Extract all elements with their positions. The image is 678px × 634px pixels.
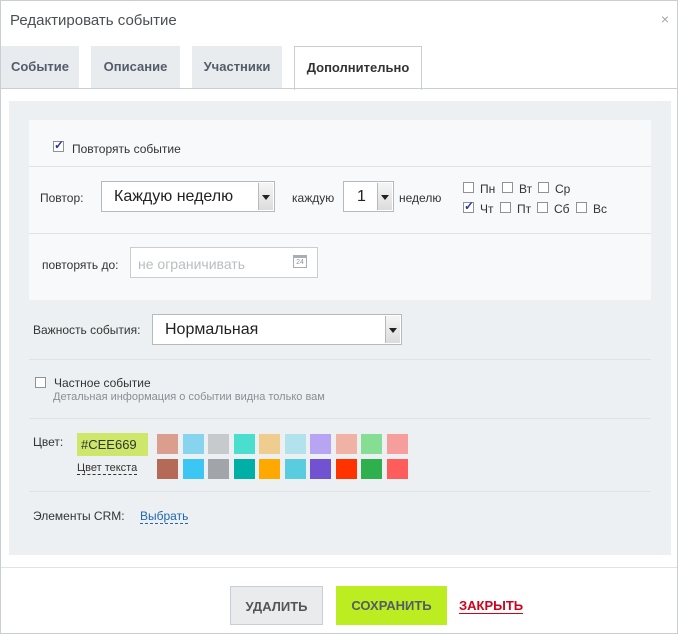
day-label-tue: Вт bbox=[519, 182, 533, 196]
dialog-title: Редактировать событие bbox=[10, 12, 177, 29]
divider bbox=[29, 166, 651, 167]
importance-label: Важность события: bbox=[33, 323, 141, 337]
private-checkbox[interactable] bbox=[35, 377, 46, 388]
day-label-wed: Ср bbox=[555, 182, 571, 196]
repeat-until-label: повторять до: bbox=[42, 258, 119, 272]
color-swatch[interactable] bbox=[157, 434, 178, 454]
crm-select-link[interactable]: Выбрать bbox=[140, 509, 189, 524]
day-checkbox-wed[interactable] bbox=[538, 182, 549, 193]
delete-button[interactable]: УДАЛИТЬ bbox=[230, 586, 323, 625]
day-checkbox-tue[interactable] bbox=[502, 182, 513, 193]
text-color-link[interactable]: Цвет текста bbox=[77, 462, 138, 475]
color-swatch[interactable] bbox=[361, 459, 382, 479]
day-label-mon: Пн bbox=[480, 182, 496, 196]
importance-select[interactable]: Нормальная bbox=[152, 314, 402, 345]
repeat-section: Повторять событие Повтор: Каждую неделю … bbox=[29, 120, 651, 300]
tab-participants[interactable]: Участники bbox=[192, 46, 282, 88]
repeat-frequency-select[interactable]: Каждую неделю bbox=[101, 181, 275, 212]
color-swatch[interactable] bbox=[386, 434, 408, 454]
color-swatch[interactable] bbox=[335, 459, 357, 479]
color-swatch[interactable] bbox=[233, 459, 255, 479]
tab-description[interactable]: Описание bbox=[91, 46, 180, 88]
day-checkbox-sat[interactable] bbox=[537, 202, 548, 213]
color-swatch[interactable] bbox=[284, 434, 306, 454]
repeat-interval-value: 1 bbox=[357, 188, 366, 205]
color-swatch[interactable] bbox=[208, 434, 229, 454]
calendar-icon[interactable]: 24 bbox=[293, 255, 307, 268]
private-hint: Детальная информация о событии видна тол… bbox=[53, 391, 325, 403]
divider bbox=[29, 491, 651, 492]
color-swatch[interactable] bbox=[208, 459, 229, 479]
close-link[interactable]: ЗАКРЫТЬ bbox=[459, 586, 524, 625]
repeat-frequency-value: Каждую неделю bbox=[114, 188, 234, 205]
chevron-down-icon bbox=[258, 183, 273, 210]
day-checkbox-fri[interactable] bbox=[500, 202, 511, 213]
divider bbox=[29, 418, 651, 419]
footer-divider bbox=[1, 567, 677, 568]
chevron-down-icon bbox=[377, 183, 392, 210]
crm-label: Элементы CRM: bbox=[33, 509, 125, 523]
repeat-checkbox[interactable] bbox=[53, 138, 64, 152]
divider bbox=[29, 359, 651, 360]
color-swatch[interactable] bbox=[310, 459, 331, 479]
color-swatch[interactable] bbox=[361, 434, 382, 454]
day-label-sat: Сб bbox=[554, 202, 570, 216]
color-swatch[interactable] bbox=[182, 434, 204, 454]
every-label: каждую bbox=[292, 191, 335, 205]
color-swatch[interactable] bbox=[259, 434, 280, 454]
day-checkbox-mon[interactable] bbox=[463, 182, 474, 193]
day-label-sun: Вс bbox=[593, 202, 608, 216]
tab-additional[interactable]: Дополнительно bbox=[294, 46, 422, 90]
color-swatch[interactable] bbox=[233, 434, 255, 454]
additional-panel: Повторять событие Повтор: Каждую неделю … bbox=[9, 101, 671, 555]
day-label-fri: Пт bbox=[517, 202, 532, 216]
color-swatch[interactable] bbox=[386, 459, 408, 479]
save-button[interactable]: СОХРАНИТЬ bbox=[336, 586, 447, 625]
repeat-checkbox-label: Повторять событие bbox=[72, 142, 181, 156]
day-checkbox-thu[interactable] bbox=[463, 199, 474, 213]
unit-label: неделю bbox=[399, 191, 442, 205]
repeat-until-placeholder: не ограничивать bbox=[138, 256, 246, 272]
color-label: Цвет: bbox=[33, 435, 64, 449]
close-link-label: ЗАКРЫТЬ bbox=[459, 598, 524, 614]
day-label-thu: Чт bbox=[480, 202, 494, 216]
private-label: Частное событие bbox=[54, 376, 151, 390]
edit-event-dialog: Редактировать событие × Событие Описание… bbox=[0, 0, 678, 634]
repeat-label: Повтор: bbox=[40, 191, 84, 205]
importance-value: Нормальная bbox=[165, 321, 259, 338]
color-swatch[interactable] bbox=[259, 459, 280, 479]
tab-event[interactable]: Событие bbox=[1, 46, 79, 88]
tab-divider bbox=[1, 88, 677, 89]
color-swatch[interactable] bbox=[157, 459, 178, 479]
close-icon[interactable]: × bbox=[661, 11, 669, 27]
color-value-input[interactable]: #CEE669 bbox=[77, 433, 148, 456]
color-swatch[interactable] bbox=[310, 434, 331, 454]
color-swatch[interactable] bbox=[182, 459, 204, 479]
chevron-down-icon bbox=[385, 316, 400, 343]
color-swatch[interactable] bbox=[335, 434, 357, 454]
repeat-until-input[interactable]: не ограничивать 24 bbox=[130, 247, 318, 278]
tab-bar: Событие Описание Участники Дополнительно bbox=[1, 46, 677, 90]
day-checkbox-sun[interactable] bbox=[576, 202, 587, 213]
divider bbox=[29, 233, 651, 234]
color-swatch[interactable] bbox=[284, 459, 306, 479]
repeat-interval-select[interactable]: 1 bbox=[343, 181, 394, 212]
